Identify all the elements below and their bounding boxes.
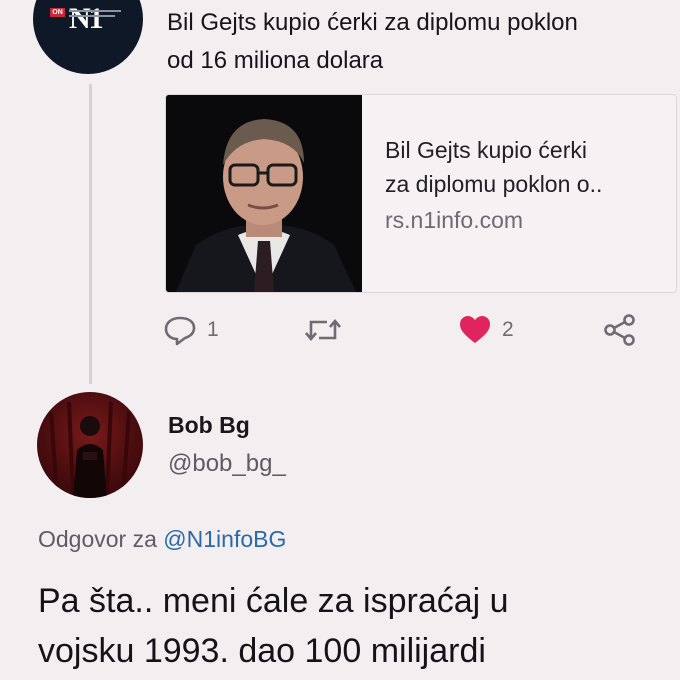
retweet-icon [305,318,341,342]
heart-icon [460,316,490,343]
n1-avatar[interactable]: N1 ON [33,0,143,74]
reply-count: 1 [207,318,219,341]
thread-connector-line [89,84,92,384]
reply-author-name[interactable]: Bob Bg [168,412,250,439]
reply-tweet-text: Pa šta.. meni ćale za ispraćaj u vojsku … [38,582,509,670]
portrait-image [166,95,362,292]
like-button[interactable]: 2 [458,310,514,350]
logo-tagline-line [69,15,115,17]
logo-tagline-line [69,10,121,12]
n1-badge: ON [50,8,65,17]
avatar-photo [49,401,131,498]
reply-button[interactable]: 1 [163,310,219,350]
link-preview-card[interactable]: Bil Gejts kupio ćerki za diplomu poklon … [165,94,677,293]
share-icon [604,314,635,346]
link-card-domain: rs.n1info.com [385,207,524,233]
replying-to-line: Odgovor za @N1infoBG [38,526,286,553]
link-card-title: Bil Gejts kupio ćerki za diplomu poklon … [385,137,603,197]
share-button[interactable] [603,310,637,350]
n1-logo-text: N1 [69,2,104,35]
reply-author-handle[interactable]: @bob_bg_ [168,450,286,478]
link-card-text: Bil Gejts kupio ćerki za diplomu poklon … [385,133,665,237]
reply-bubble-icon [164,316,196,346]
bob-avatar[interactable] [37,392,143,498]
like-count: 2 [502,318,514,341]
replying-to-label: Odgovor za [38,526,157,552]
link-card-thumbnail [166,95,362,292]
tweet-actions-bar: 1 2 [163,310,643,350]
retweet-button[interactable] [303,310,353,350]
replying-to-mention[interactable]: @N1infoBG [163,526,286,552]
quoted-tweet-text: Bil Gejts kupio ćerki za diplomu poklon … [167,9,578,74]
